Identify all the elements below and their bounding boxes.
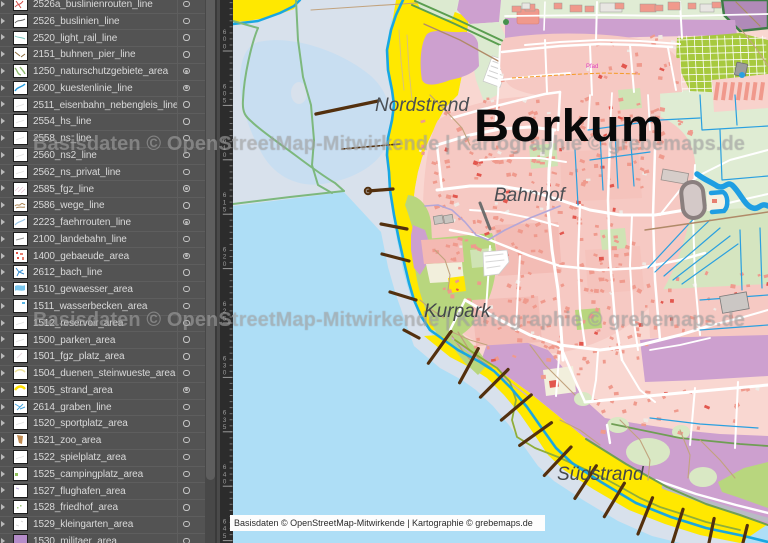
- svg-text:6: 6: [223, 355, 227, 362]
- svg-text:0: 0: [223, 91, 227, 98]
- svg-text:5: 5: [223, 207, 227, 214]
- svg-text:2: 2: [223, 254, 227, 261]
- svg-text:5: 5: [223, 533, 227, 540]
- svg-text:6: 6: [223, 410, 227, 417]
- svg-text:6: 6: [223, 519, 227, 526]
- svg-text:1: 1: [223, 199, 227, 206]
- svg-text:6: 6: [223, 247, 227, 254]
- svg-text:4: 4: [223, 471, 227, 478]
- svg-text:0: 0: [223, 479, 227, 486]
- svg-text:0: 0: [223, 36, 227, 43]
- svg-text:0: 0: [223, 370, 227, 377]
- svg-text:4: 4: [223, 526, 227, 533]
- svg-text:0: 0: [223, 43, 227, 50]
- svg-text:6: 6: [223, 464, 227, 471]
- svg-text:6: 6: [223, 83, 227, 90]
- svg-text:6: 6: [223, 29, 227, 36]
- svg-text:6: 6: [223, 301, 227, 308]
- svg-text:5: 5: [223, 98, 227, 105]
- svg-text:0: 0: [223, 261, 227, 268]
- svg-text:6: 6: [223, 192, 227, 199]
- svg-text:5: 5: [223, 424, 227, 431]
- svg-text:3: 3: [223, 363, 227, 370]
- svg-text:3: 3: [223, 417, 227, 424]
